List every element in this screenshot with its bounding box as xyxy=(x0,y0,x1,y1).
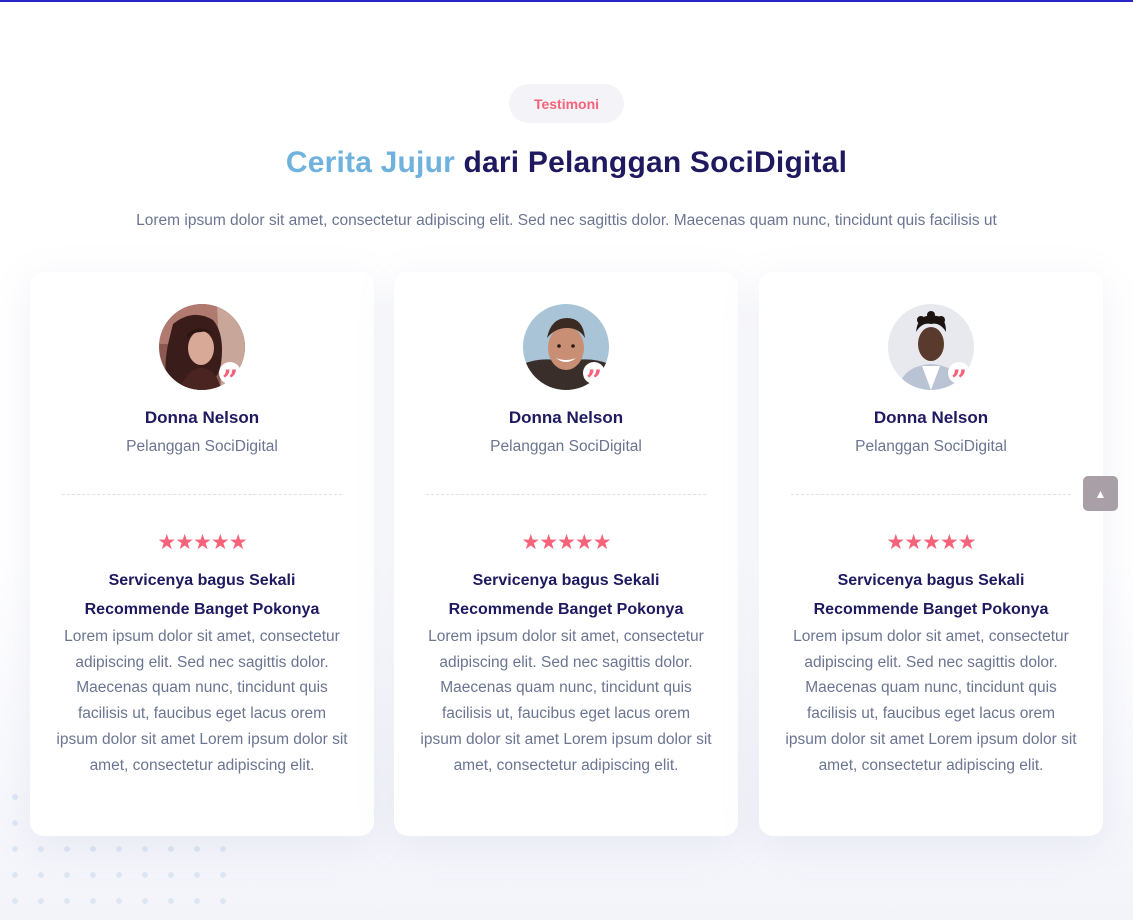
card-divider xyxy=(426,494,706,495)
star-rating: ★★★★★ xyxy=(886,531,976,554)
section-title-accent: Cerita Jujur xyxy=(285,146,455,179)
testimonial-card: ” Donna Nelson Pelanggan SociDigital ★★★… xyxy=(759,272,1103,836)
testimonial-card: ” Donna Nelson Pelanggan SociDigital ★★★… xyxy=(30,272,374,836)
headline-line-1: Servicenya bagus Sekali xyxy=(472,572,660,589)
customer-role: Pelanggan SociDigital xyxy=(855,438,1007,455)
avatar-container: ” xyxy=(159,304,245,397)
customer-name: Donna Nelson xyxy=(508,408,624,427)
customer-role: Pelanggan SociDigital xyxy=(490,438,642,455)
quote-icon: ” xyxy=(583,362,605,397)
section-badge: Testimoni xyxy=(509,84,624,123)
chevron-up-icon: ▲ xyxy=(1094,486,1107,501)
section-title-rest: dari Pelanggan SociDigital xyxy=(454,146,848,179)
section-subtitle: Lorem ipsum dolor sit amet, consectetur … xyxy=(136,212,997,229)
headline-line-1: Servicenya bagus Sekali xyxy=(837,572,1025,589)
testimonial-body: Lorem ipsum dolor sit amet, consectetur … xyxy=(420,628,712,774)
testimonial-headline: Servicenya bagus Sekali Recommende Bange… xyxy=(394,566,738,624)
card-divider xyxy=(62,494,342,495)
avatar-container: ” xyxy=(523,304,609,397)
customer-name: Donna Nelson xyxy=(144,408,260,427)
star-rating: ★★★★★ xyxy=(521,531,611,554)
testimonial-headline: Servicenya bagus Sekali Recommende Bange… xyxy=(30,566,374,624)
headline-line-1: Servicenya bagus Sekali xyxy=(108,572,296,589)
testimonial-card: ” Donna Nelson Pelanggan SociDigital ★★★… xyxy=(394,272,738,836)
testimonial-body: Lorem ipsum dolor sit amet, consectetur … xyxy=(56,628,348,774)
testimonial-body: Lorem ipsum dolor sit amet, consectetur … xyxy=(785,628,1077,774)
quote-icon: ” xyxy=(948,362,970,397)
headline-line-2: Recommende Banget Pokonya xyxy=(813,601,1049,618)
headline-line-2: Recommende Banget Pokonya xyxy=(84,601,320,618)
quote-icon: ” xyxy=(219,362,241,397)
testimonial-headline: Servicenya bagus Sekali Recommende Bange… xyxy=(759,566,1103,624)
headline-line-2: Recommende Banget Pokonya xyxy=(448,601,684,618)
section-title: Cerita Jujur dari Pelanggan SociDigital xyxy=(0,146,1133,180)
scroll-to-top-button[interactable]: ▲ xyxy=(1083,476,1118,511)
avatar-container: ” xyxy=(888,304,974,397)
star-rating: ★★★★★ xyxy=(157,531,247,554)
top-border-line xyxy=(0,0,1133,2)
customer-name: Donna Nelson xyxy=(873,408,989,427)
customer-role: Pelanggan SociDigital xyxy=(126,438,278,455)
card-divider xyxy=(791,494,1071,495)
